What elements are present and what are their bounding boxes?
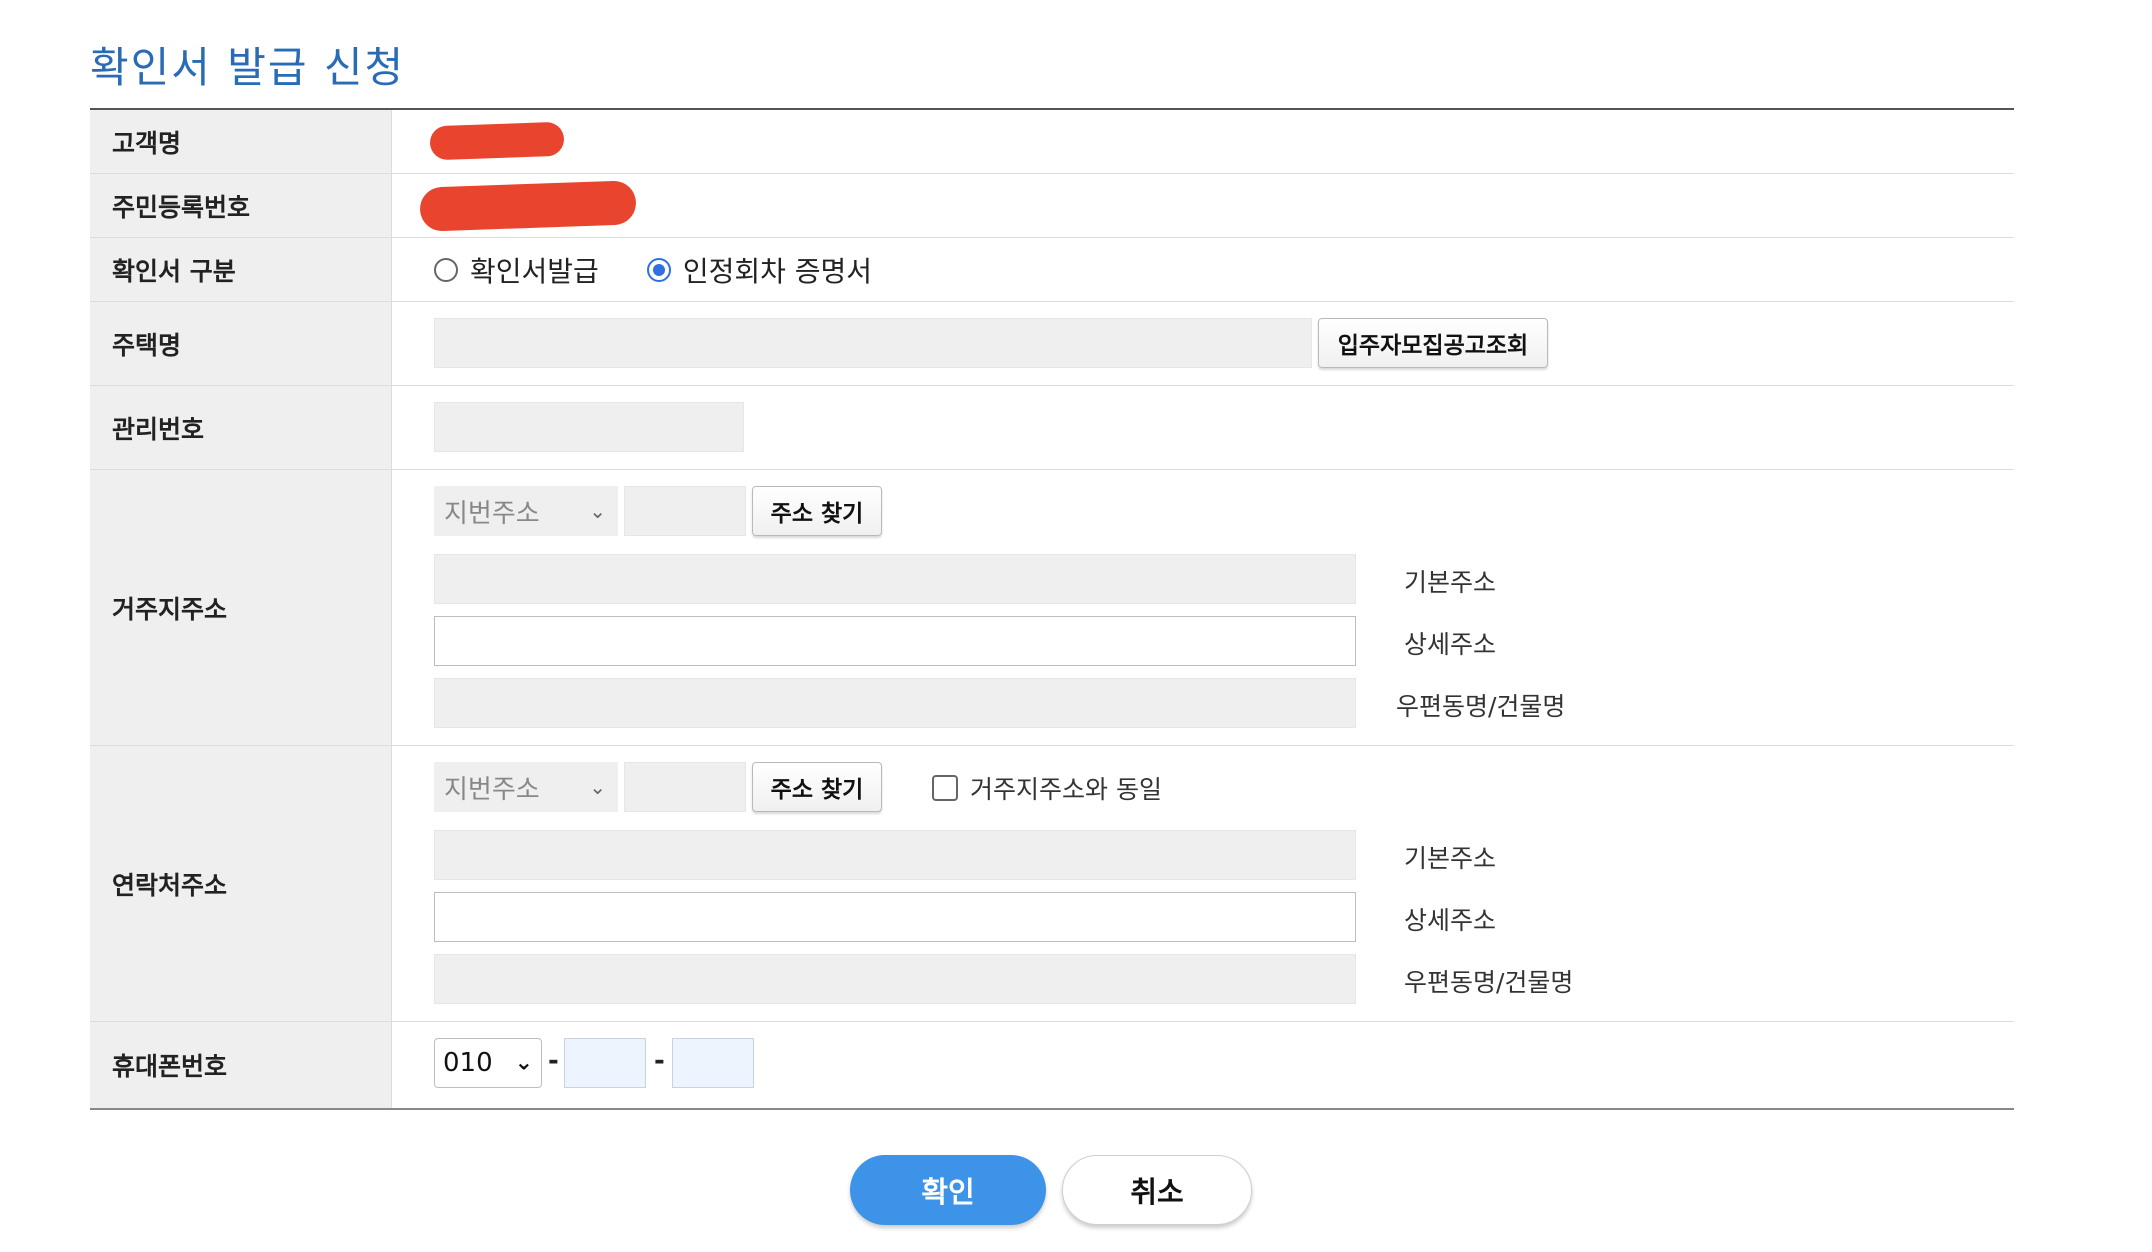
residence-building-name-input[interactable] (434, 678, 1356, 728)
chevron-down-icon: ⌄ (589, 775, 606, 799)
radio-certificate-issue[interactable] (434, 258, 458, 282)
mobile-separator-2: - (654, 1046, 665, 1076)
same-as-residence-option[interactable]: 거주지주소와 동일 (932, 770, 1162, 806)
mobile-number-value: 010 ⌄ - - (392, 1022, 2014, 1108)
radio-recognized-installment[interactable] (646, 258, 671, 282)
customer-name-value (392, 110, 2014, 173)
residence-address-label: 거주지주소 (90, 470, 392, 745)
contact-building-name-input[interactable] (434, 954, 1356, 1004)
residence-address-value: 지번주소 ⌄ 주소 찾기 기본주소 상세주소 우편동명/건물명 (392, 470, 2014, 745)
housing-name-label: 주택명 (90, 302, 392, 385)
chevron-down-icon: ⌄ (514, 1050, 533, 1076)
radio-recognized-installment-label[interactable]: 인정회차 증명서 (683, 250, 872, 290)
radio-certificate-issue-label[interactable]: 확인서발급 (470, 250, 599, 290)
residence-basic-address-input[interactable] (434, 554, 1356, 604)
resident-number-value (392, 174, 2014, 237)
housing-name-input[interactable] (434, 318, 1312, 368)
row-resident-number: 주민등록번호 (90, 174, 2014, 238)
mobile-prefix-value: 010 (443, 1048, 493, 1078)
management-number-label: 관리번호 (90, 386, 392, 469)
resident-number-label: 주민등록번호 (90, 174, 392, 237)
residence-find-address-button[interactable]: 주소 찾기 (752, 486, 882, 536)
cancel-button[interactable]: 취소 (1062, 1155, 1252, 1225)
mobile-middle-input[interactable] (564, 1038, 646, 1088)
row-certificate-type: 확인서 구분 확인서발급 인정회차 증명서 (90, 238, 2014, 302)
mobile-number-label: 휴대폰번호 (90, 1022, 392, 1108)
management-number-input[interactable] (434, 402, 744, 452)
certificate-type-radio-group: 확인서발급 인정회차 증명서 (434, 250, 920, 290)
confirm-button[interactable]: 확인 (850, 1155, 1046, 1225)
mobile-last-input[interactable] (672, 1038, 754, 1088)
row-mobile-number: 휴대폰번호 010 ⌄ - - (90, 1022, 2014, 1108)
residence-address-type-value: 지번주소 (444, 498, 540, 529)
management-number-value (392, 386, 2014, 469)
mobile-separator-1: - (548, 1046, 559, 1076)
contact-detail-address-input[interactable] (434, 892, 1356, 942)
contact-basic-address-label: 기본주소 (1404, 844, 1497, 873)
row-residence-address: 거주지주소 지번주소 ⌄ 주소 찾기 기본주소 상세주소 우편동명/건물명 (90, 470, 2014, 746)
residence-address-type-select[interactable]: 지번주소 ⌄ (434, 486, 618, 536)
mobile-prefix-select[interactable]: 010 ⌄ (434, 1038, 542, 1088)
row-customer-name: 고객명 (90, 110, 2014, 174)
contact-building-name-label: 우편동명/건물명 (1404, 968, 1574, 997)
contact-detail-address-label: 상세주소 (1404, 906, 1497, 935)
housing-name-value: 입주자모집공고조회 (392, 302, 2014, 385)
residence-detail-address-label: 상세주소 (1404, 630, 1497, 659)
contact-address-value: 지번주소 ⌄ 주소 찾기 거주지주소와 동일 기본주소 상세주소 우편동명/건물… (392, 746, 2014, 1021)
contact-basic-address-input[interactable] (434, 830, 1356, 880)
chevron-down-icon: ⌄ (589, 499, 606, 523)
row-contact-address: 연락처주소 지번주소 ⌄ 주소 찾기 거주지주소와 동일 기본주소 상세주소 우… (90, 746, 2014, 1022)
contact-postcode-input[interactable] (624, 762, 746, 812)
certificate-type-label: 확인서 구분 (90, 238, 392, 301)
row-housing-name: 주택명 입주자모집공고조회 (90, 302, 2014, 386)
residence-detail-address-input[interactable] (434, 616, 1356, 666)
residence-building-name-label: 우편동명/건물명 (1396, 692, 1566, 721)
application-form: 고객명 주민등록번호 확인서 구분 확인서발급 인정회차 증명서 주택명 입주자… (90, 108, 2014, 1110)
customer-name-label: 고객명 (90, 110, 392, 173)
redacted-resident-number (419, 180, 637, 232)
contact-address-type-value: 지번주소 (444, 774, 540, 805)
residence-postcode-input[interactable] (624, 486, 746, 536)
contact-address-label: 연락처주소 (90, 746, 392, 1021)
row-management-number: 관리번호 (90, 386, 2014, 470)
recruitment-notice-search-button[interactable]: 입주자모집공고조회 (1318, 318, 1548, 368)
same-as-residence-checkbox[interactable] (932, 775, 958, 801)
residence-basic-address-label: 기본주소 (1404, 568, 1497, 597)
page-title: 확인서 발급 신청 (90, 43, 406, 92)
certificate-type-value: 확인서발급 인정회차 증명서 (392, 238, 2014, 301)
contact-find-address-button[interactable]: 주소 찾기 (752, 762, 882, 812)
contact-address-type-select[interactable]: 지번주소 ⌄ (434, 762, 618, 812)
same-as-residence-label[interactable]: 거주지주소와 동일 (970, 770, 1162, 806)
redacted-customer-name (429, 121, 565, 161)
